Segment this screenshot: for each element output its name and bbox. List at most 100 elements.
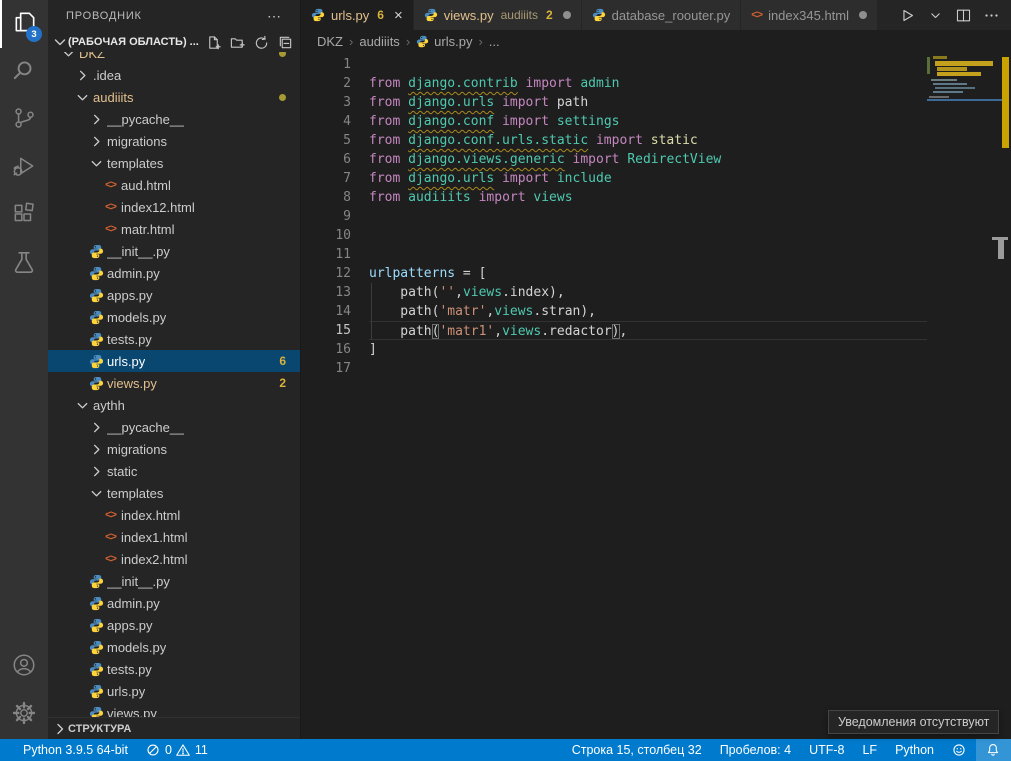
minimap-current-line — [927, 99, 1009, 101]
tab-index345.html[interactable]: <>index345.html — [741, 0, 878, 30]
dirty-indicator-icon[interactable] — [563, 11, 571, 19]
tree-item-models.py[interactable]: models.py — [48, 636, 300, 658]
activity-account-button[interactable] — [0, 643, 48, 691]
tab-database_roouter.py[interactable]: database_roouter.py — [582, 0, 742, 30]
breadcrumb-item[interactable]: urls.py — [434, 34, 472, 49]
indent-guide — [371, 283, 372, 340]
python-file-icon — [416, 35, 429, 48]
breadcrumb-item[interactable]: ... — [489, 34, 500, 49]
tree-item-templates[interactable]: templates — [48, 482, 300, 504]
tree-item-__init__.py[interactable]: __init__.py — [48, 570, 300, 592]
editor-scrollbar[interactable] — [999, 52, 1011, 739]
tree-item-label: models.py — [107, 640, 166, 655]
collapse-all-icon[interactable] — [276, 33, 294, 51]
close-icon[interactable]: × — [394, 8, 403, 23]
tree-item-migrations[interactable]: migrations — [48, 438, 300, 460]
workspace-section-header[interactable]: (РАБОЧАЯ ОБЛАСТЬ) ... — [48, 32, 300, 52]
new-file-icon[interactable] — [204, 33, 222, 51]
dirty-indicator-icon[interactable] — [859, 11, 867, 19]
tree-item-matr.html[interactable]: <>matr.html — [48, 218, 300, 240]
code-token: import — [502, 95, 549, 110]
activity-run-debug-button[interactable] — [0, 144, 48, 192]
python-interpreter[interactable]: Python 3.9.5 64-bit — [14, 739, 137, 761]
tree-item-aythh[interactable]: aythh — [48, 394, 300, 416]
minimap-block — [929, 96, 949, 98]
tree-item-__pycache__[interactable]: __pycache__ — [48, 108, 300, 130]
line-number: 7 — [301, 169, 351, 188]
activity-explorer-button[interactable]: 3 — [0, 0, 48, 48]
breadcrumb-item[interactable]: DKZ — [317, 34, 343, 49]
tree-item-index.html[interactable]: <>index.html — [48, 504, 300, 526]
code-token: settings — [557, 114, 620, 129]
language-mode-label: Python — [895, 743, 934, 757]
code-token: from — [369, 152, 400, 167]
tree-item-templates[interactable]: templates — [48, 152, 300, 174]
tree-item-tests.py[interactable]: tests.py — [48, 328, 300, 350]
tree-item-models.py[interactable]: models.py — [48, 306, 300, 328]
tree-item-static[interactable]: static — [48, 460, 300, 482]
tree-item-index2.html[interactable]: <>index2.html — [48, 548, 300, 570]
explorer-header: ПРОВОДНИК ⋯ — [48, 0, 300, 32]
new-folder-icon[interactable] — [228, 33, 246, 51]
tree-item-decorations — [279, 52, 286, 57]
activity-source-control-button[interactable] — [0, 96, 48, 144]
tree-item-label: views.py — [107, 706, 157, 718]
status-language-mode[interactable]: Python — [886, 739, 943, 761]
tab-views.py[interactable]: views.pyaudiiits2 — [414, 0, 582, 30]
tree-item-apps.py[interactable]: apps.py — [48, 284, 300, 306]
tree-item-admin.py[interactable]: admin.py — [48, 592, 300, 614]
feedback-button[interactable] — [943, 739, 976, 761]
tree-item-aud.html[interactable]: <>aud.html — [48, 174, 300, 196]
notifications-button[interactable] — [976, 739, 1011, 761]
activity-search-button[interactable] — [0, 48, 48, 96]
tree-item-.idea[interactable]: .idea — [48, 64, 300, 86]
activity-testing-button[interactable] — [0, 240, 48, 288]
tree-item-label: tests.py — [107, 332, 152, 347]
split-editor-icon[interactable] — [951, 3, 975, 27]
refresh-icon[interactable] — [252, 33, 270, 51]
tree-item-index12.html[interactable]: <>index12.html — [48, 196, 300, 218]
status-cursor-position[interactable]: Строка 15, столбец 32 — [563, 739, 711, 761]
code-editor[interactable]: 12from django.contrib import admin3from … — [301, 52, 1011, 739]
more-icon[interactable] — [979, 3, 1003, 27]
code-lines: 12from django.contrib import admin3from … — [301, 52, 1011, 378]
activity-extensions-button[interactable] — [0, 192, 48, 240]
tree-item-urls.py[interactable]: urls.py — [48, 680, 300, 702]
problems-indicator[interactable]: 0 11 — [137, 739, 217, 761]
line-content — [369, 245, 927, 264]
line-content: from django.urls import path — [369, 93, 927, 112]
line-content: from django.views.generic import Redirec… — [369, 150, 927, 169]
outline-section-header[interactable]: СТРУКТУРА — [48, 717, 300, 739]
tree-item-views.py[interactable]: views.py2 — [48, 372, 300, 394]
html-glyph: <> — [751, 9, 762, 21]
tree-item-audiiits[interactable]: audiiits — [48, 86, 300, 108]
tree-item-views.py[interactable]: views.py — [48, 702, 300, 717]
tree-item-migrations[interactable]: migrations — [48, 130, 300, 152]
chevron-down-icon[interactable] — [923, 3, 947, 27]
tree-item-tests.py[interactable]: tests.py — [48, 658, 300, 680]
tab-urls.py[interactable]: urls.py6× — [301, 0, 414, 30]
activity-bar-bottom — [0, 643, 48, 739]
tree-item-urls.py[interactable]: urls.py6 — [48, 350, 300, 372]
activity-settings-button[interactable] — [0, 691, 48, 739]
line-number: 6 — [301, 150, 351, 169]
code-token: views — [463, 285, 502, 300]
status-indentation[interactable]: Пробелов: 4 — [711, 739, 800, 761]
tree-item-apps.py[interactable]: apps.py — [48, 614, 300, 636]
tree-item-admin.py[interactable]: admin.py — [48, 262, 300, 284]
line-number: 13 — [301, 283, 351, 302]
interpreter-label: Python 3.9.5 64-bit — [23, 743, 128, 757]
tree-item-__init__.py[interactable]: __init__.py — [48, 240, 300, 262]
run-icon[interactable] — [895, 3, 919, 27]
minimap[interactable] — [927, 52, 999, 739]
explorer-sidebar: ПРОВОДНИК ⋯ (РАБОЧАЯ ОБЛАСТЬ) ... DKZ.id… — [48, 0, 301, 739]
tree-item-DKZ[interactable]: DKZ — [48, 52, 300, 64]
breadcrumb-item[interactable]: audiiits — [359, 34, 399, 49]
explorer-more-icon[interactable]: ⋯ — [267, 0, 282, 32]
tree-item-index1.html[interactable]: <>index1.html — [48, 526, 300, 548]
status-eol[interactable]: LF — [853, 739, 886, 761]
editor-group: urls.py6×views.pyaudiiits2database_roout… — [301, 0, 1011, 739]
code-token: .index), — [502, 285, 565, 300]
status-encoding[interactable]: UTF-8 — [800, 739, 853, 761]
tree-item-__pycache__[interactable]: __pycache__ — [48, 416, 300, 438]
